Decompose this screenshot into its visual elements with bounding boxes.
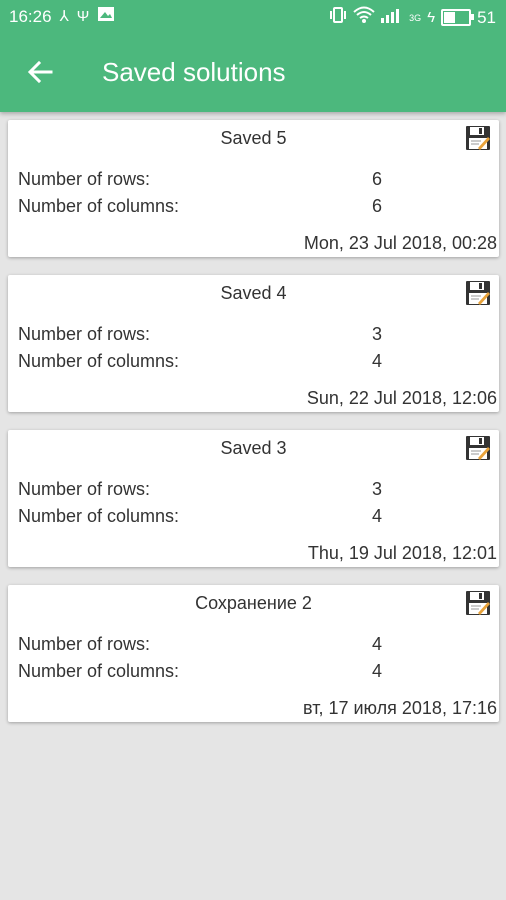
charging-icon: ϟ	[427, 8, 436, 26]
status-bar: 16:26 ⅄ Ψ 3G ϟ 51	[0, 0, 506, 34]
battery-level: 51	[477, 7, 496, 27]
saved-solutions-list: Saved 5 Number of rows: 6 Number of colu…	[8, 120, 499, 740]
columns-value: 4	[371, 661, 382, 681]
solution-date: Sun, 22 Jul 2018, 12:06	[306, 388, 497, 408]
solution-card[interactable]: Saved 5 Number of rows: 6 Number of colu…	[8, 120, 499, 257]
solution-title: Saved 4	[220, 283, 287, 303]
save-icon[interactable]	[465, 125, 491, 151]
solution-title: Saved 3	[220, 438, 287, 458]
arrow-left-icon	[27, 60, 53, 84]
columns-value: 4	[371, 351, 382, 371]
solution-title: Сохранение 2	[195, 593, 312, 613]
solution-card[interactable]: Сохранение 2 Number of rows: 4 Number of…	[8, 585, 499, 722]
solution-card[interactable]: Saved 4 Number of rows: 3 Number of colu…	[8, 275, 499, 412]
solution-card[interactable]: Saved 3 Number of rows: 3 Number of colu…	[8, 430, 499, 567]
vibrate-icon	[329, 6, 347, 29]
solution-date: вт, 17 июля 2018, 17:16	[303, 698, 497, 718]
columns-label: Number of columns:	[18, 196, 180, 216]
rows-label: Number of rows:	[18, 169, 151, 189]
solution-title: Saved 5	[220, 128, 287, 148]
save-icon[interactable]	[465, 590, 491, 616]
save-icon[interactable]	[465, 435, 491, 461]
columns-label: Number of columns:	[18, 506, 180, 526]
usb-icon: Ψ	[76, 7, 90, 25]
columns-value: 6	[371, 196, 382, 216]
rows-label: Number of rows:	[18, 479, 151, 499]
app-header: 16:26 ⅄ Ψ 3G ϟ 51 Saved solutions	[0, 0, 506, 112]
rows-value: 4	[371, 634, 382, 654]
rows-label: Number of rows:	[18, 324, 151, 344]
rows-value: 3	[371, 324, 382, 344]
save-icon[interactable]	[465, 280, 491, 306]
back-button[interactable]	[22, 54, 58, 90]
toolbar: Saved solutions	[0, 34, 506, 110]
usb-share-icon: ⅄	[59, 7, 69, 25]
network-type: 3G	[409, 12, 422, 23]
rows-value: 6	[371, 169, 382, 189]
columns-label: Number of columns:	[18, 661, 180, 681]
page-title: Saved solutions	[102, 57, 286, 87]
solution-date: Thu, 19 Jul 2018, 12:01	[307, 543, 497, 563]
battery-icon	[441, 9, 475, 26]
columns-value: 4	[371, 506, 382, 526]
image-icon	[97, 6, 115, 27]
rows-label: Number of rows:	[18, 634, 151, 654]
wifi-icon	[353, 6, 375, 29]
rows-value: 3	[371, 479, 382, 499]
columns-label: Number of columns:	[18, 351, 180, 371]
status-time: 16:26	[9, 6, 52, 26]
signal-icon	[381, 7, 403, 28]
solution-date: Mon, 23 Jul 2018, 00:28	[303, 233, 497, 253]
